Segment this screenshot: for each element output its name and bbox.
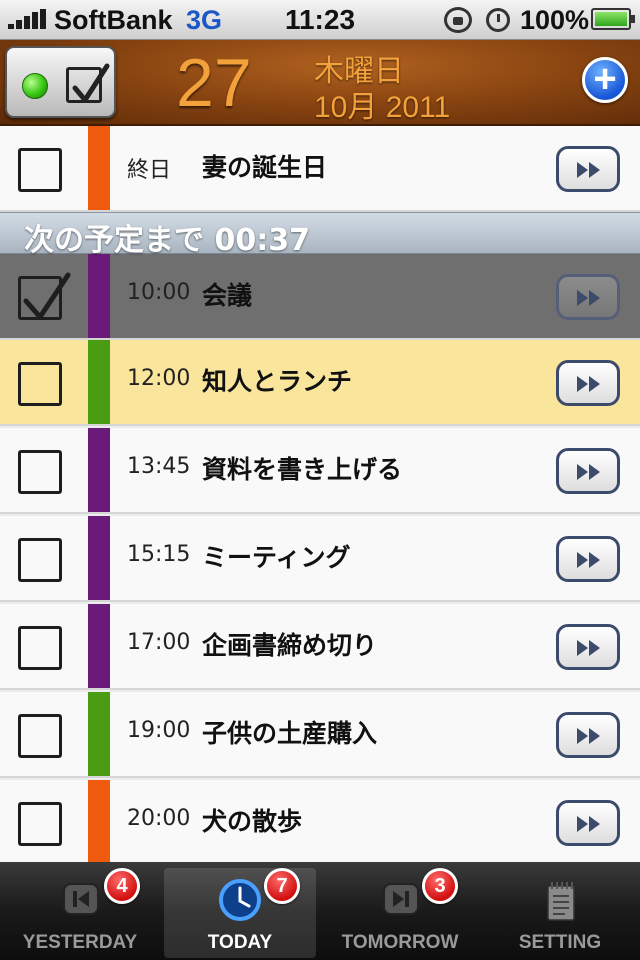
event-time: 20:00 xyxy=(127,806,191,831)
event-time: 13:45 xyxy=(127,454,191,479)
battery-icon xyxy=(591,8,635,30)
event-checkbox[interactable] xyxy=(18,714,62,758)
event-row[interactable]: 20:00 犬の散歩 xyxy=(0,780,640,866)
event-title: 資料を書き上げる xyxy=(202,455,403,484)
event-checkbox[interactable] xyxy=(18,148,62,192)
event-row[interactable]: 17:00 企画書締め切り xyxy=(0,604,640,690)
add-event-button[interactable]: + xyxy=(582,57,628,103)
next-event-countdown: 次の予定まで 00:37 xyxy=(0,212,640,258)
notepad-icon xyxy=(542,880,580,921)
event-color-bar xyxy=(88,780,110,864)
fast-forward-icon xyxy=(577,376,600,392)
tab-label: YESTERDAY xyxy=(22,932,138,953)
event-row[interactable]: 10:00 会議 xyxy=(0,254,640,340)
date-header: 27 木曜日 10月 2011 + xyxy=(0,40,640,126)
event-detail-button[interactable] xyxy=(556,360,620,406)
event-title: 犬の散歩 xyxy=(202,807,303,836)
event-detail-button[interactable] xyxy=(556,274,620,320)
fast-forward-icon xyxy=(577,162,600,178)
event-checkbox[interactable] xyxy=(18,362,62,406)
badge-count: 7 xyxy=(264,868,300,904)
badge-count: 3 xyxy=(422,868,458,904)
event-time: 17:00 xyxy=(127,630,191,655)
fast-forward-icon xyxy=(577,290,600,306)
event-time: 19:00 xyxy=(127,718,191,743)
event-checkbox[interactable] xyxy=(18,802,62,846)
badge-count: 4 xyxy=(104,868,140,904)
event-color-bar xyxy=(88,126,110,210)
plus-icon: + xyxy=(593,57,617,101)
event-title: 妻の誕生日 xyxy=(202,153,328,182)
event-row[interactable]: 12:00 知人とランチ xyxy=(0,340,640,426)
event-time: 15:15 xyxy=(127,542,191,567)
status-bar: SoftBank 3G 11:23 100% xyxy=(0,0,640,40)
date-month-year: 10月 2011 xyxy=(314,91,451,124)
event-color-bar xyxy=(88,516,110,600)
tab-label: SETTING xyxy=(518,932,602,953)
fast-forward-icon xyxy=(577,728,600,744)
status-indicator-icon xyxy=(22,73,48,99)
event-detail-button[interactable] xyxy=(556,624,620,670)
event-color-bar xyxy=(88,254,110,338)
rotation-lock-icon xyxy=(444,7,472,33)
checkbox-icon xyxy=(66,63,110,103)
event-row[interactable]: 19:00 子供の土産購入 xyxy=(0,692,640,778)
event-detail-button[interactable] xyxy=(556,146,620,192)
event-checkbox[interactable] xyxy=(18,450,62,494)
event-color-bar xyxy=(88,604,110,688)
tab-label: TOMORROW xyxy=(341,932,459,953)
event-checkbox[interactable] xyxy=(18,538,62,582)
event-checkbox[interactable] xyxy=(18,626,62,670)
event-time: 10:00 xyxy=(127,280,191,305)
event-color-bar xyxy=(88,340,110,424)
event-row[interactable]: 終日 妻の誕生日 xyxy=(0,126,640,212)
event-checkbox[interactable] xyxy=(18,272,71,320)
skip-back-icon xyxy=(62,880,100,918)
skip-forward-icon xyxy=(382,880,420,918)
event-title: ミーティング xyxy=(202,543,351,572)
date-day: 27 xyxy=(176,45,252,121)
tab-yesterday[interactable]: YESTERDAY 4 xyxy=(4,868,156,958)
countdown-text: 次の予定まで 00:37 xyxy=(24,223,310,258)
event-title: 会議 xyxy=(202,281,253,310)
tab-tomorrow[interactable]: TOMORROW 3 xyxy=(324,868,476,958)
clock-icon xyxy=(218,878,261,921)
tab-setting[interactable]: SETTING xyxy=(484,868,636,958)
event-time: 12:00 xyxy=(127,366,191,391)
alarm-icon xyxy=(486,8,510,32)
event-row[interactable]: 15:15 ミーティング xyxy=(0,516,640,602)
fast-forward-icon xyxy=(577,816,600,832)
tab-today[interactable]: TODAY 7 xyxy=(164,868,316,958)
fast-forward-icon xyxy=(577,464,600,480)
show-completed-toggle-button[interactable] xyxy=(5,46,116,118)
event-title: 企画書締め切り xyxy=(202,631,378,660)
event-detail-button[interactable] xyxy=(556,712,620,758)
event-color-bar xyxy=(88,692,110,776)
event-detail-button[interactable] xyxy=(556,448,620,494)
tab-bar: YESTERDAY 4 TODAY 7 TOMORROW 3 SETTING xyxy=(0,862,640,960)
event-detail-button[interactable] xyxy=(556,536,620,582)
fast-forward-icon xyxy=(577,640,600,656)
event-title: 子供の土産購入 xyxy=(202,719,378,748)
event-title: 知人とランチ xyxy=(202,367,353,396)
event-detail-button[interactable] xyxy=(556,800,620,846)
event-color-bar xyxy=(88,428,110,512)
tab-label: TODAY xyxy=(207,932,273,953)
event-row[interactable]: 13:45 資料を書き上げる xyxy=(0,428,640,514)
fast-forward-icon xyxy=(577,552,600,568)
battery-percent: 100% xyxy=(520,5,590,35)
event-time: 終日 xyxy=(127,158,172,183)
